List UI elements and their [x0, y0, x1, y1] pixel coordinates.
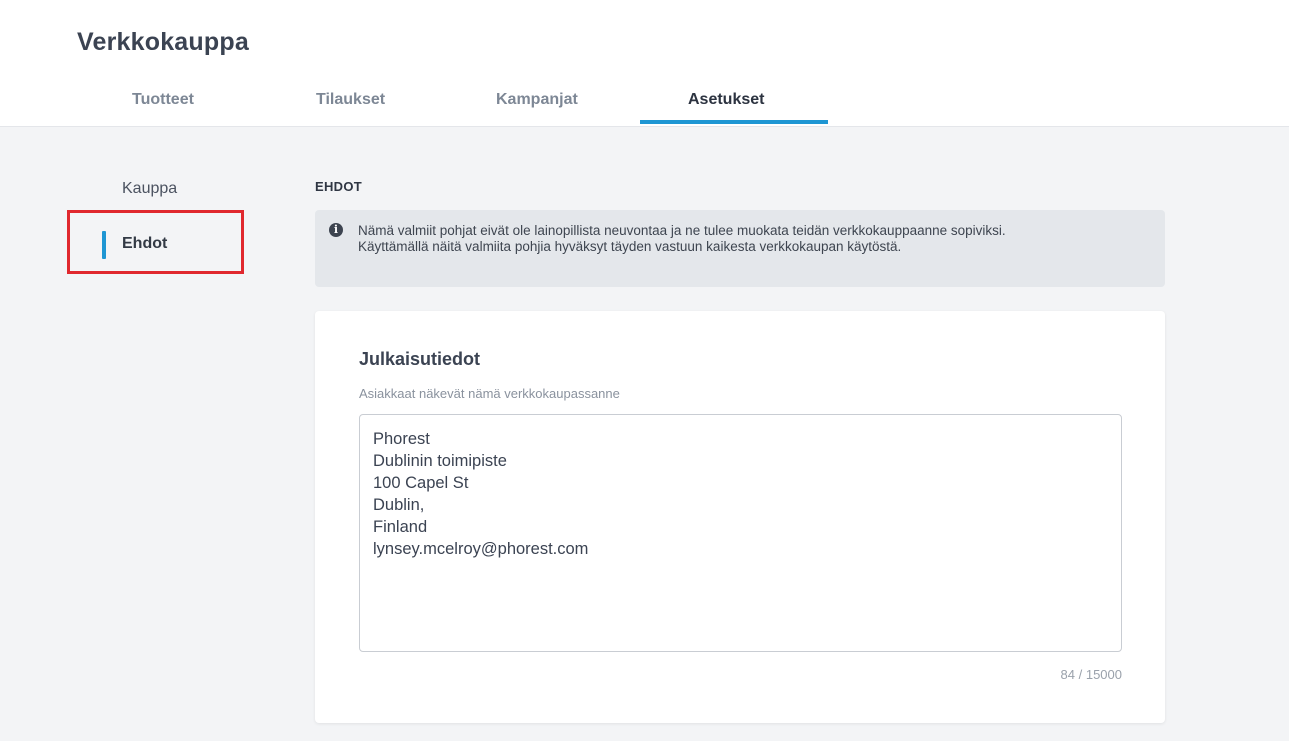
- character-counter: 84 / 15000: [1060, 667, 1122, 682]
- info-icon: i: [329, 223, 343, 237]
- tab-tilaukset[interactable]: Tilaukset: [316, 90, 385, 110]
- publication-info-card: Julkaisutiedot Asiakkaat näkevät nämä ve…: [315, 311, 1165, 723]
- section-title: EHDOT: [315, 179, 362, 194]
- card-subtitle: Asiakkaat näkevät nämä verkkokaupassanne: [359, 386, 620, 401]
- tab-tuotteet[interactable]: Tuotteet: [132, 90, 194, 110]
- active-tab-indicator: [640, 120, 828, 124]
- sidebar-item-kauppa[interactable]: Kauppa: [122, 180, 177, 198]
- notice-line-2: Käyttämällä näitä valmiita pohjia hyväks…: [358, 239, 902, 254]
- tab-kampanjat[interactable]: Kampanjat: [496, 90, 578, 110]
- tab-asetukset[interactable]: Asetukset: [688, 90, 764, 110]
- highlight-annotation-box: [67, 210, 244, 274]
- info-notice: i Nämä valmiit pohjat eivät ole lainopil…: [315, 210, 1165, 287]
- notice-line-1: Nämä valmiit pohjat eivät ole lainopilli…: [358, 223, 1006, 238]
- top-header: Verkkokauppa Tuotteet Tilaukset Kampanja…: [0, 0, 1289, 127]
- notice-text: Nämä valmiit pohjat eivät ole lainopilli…: [358, 223, 1148, 255]
- publication-info-textarea[interactable]: Phorest Dublinin toimipiste 100 Capel St…: [359, 414, 1122, 652]
- card-title: Julkaisutiedot: [359, 349, 481, 369]
- app-title: Verkkokauppa: [77, 28, 249, 56]
